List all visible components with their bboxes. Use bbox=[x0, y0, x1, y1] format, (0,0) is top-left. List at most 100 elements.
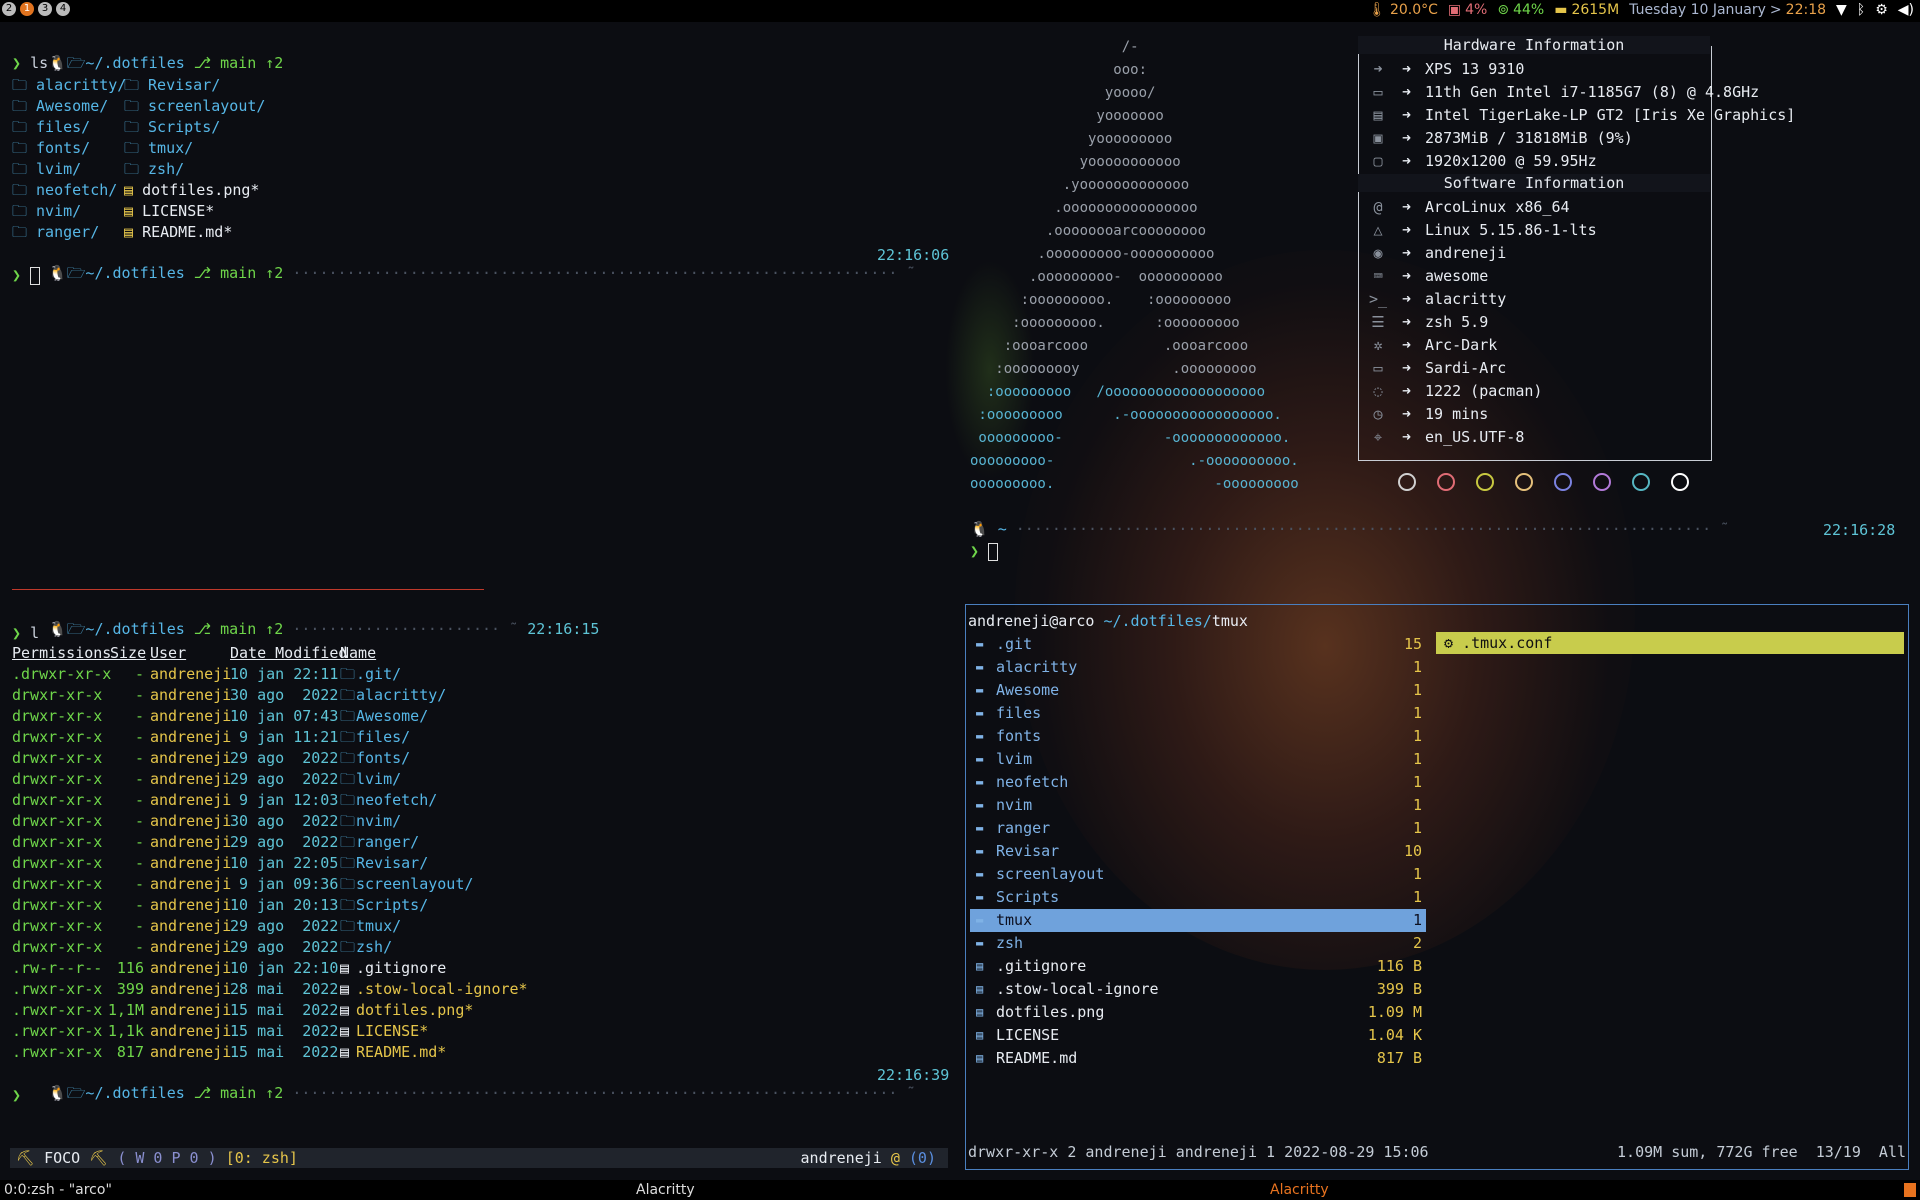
ranger-item[interactable]: ▬ alacritty 1 bbox=[970, 656, 1426, 679]
ranger-item[interactable]: ▬ fonts 1 bbox=[970, 725, 1426, 748]
bluetooth-icon[interactable]: ᛒ bbox=[1857, 2, 1865, 18]
layout-icon[interactable] bbox=[1904, 1183, 1916, 1197]
prompt-path: ~ bbox=[997, 520, 1007, 538]
ranger-item[interactable]: ▤ .gitignore 116 B bbox=[970, 955, 1426, 978]
cpu-icon: ▣ bbox=[1447, 2, 1462, 18]
tag-4[interactable]: 4 bbox=[56, 2, 70, 16]
item-label: LICENSE bbox=[996, 1026, 1060, 1044]
item-label: ranger bbox=[996, 819, 1051, 837]
user: andreneji bbox=[150, 1022, 232, 1040]
size: - bbox=[134, 938, 144, 956]
ranger-item[interactable]: ▬ neofetch 1 bbox=[970, 771, 1426, 794]
ranger-item[interactable]: ▬ screenlayout 1 bbox=[970, 863, 1426, 886]
folder-icon: 🗀 bbox=[340, 854, 356, 872]
file-icon: ▤ bbox=[976, 1005, 984, 1019]
info-row: ▭ ➜ Sardi-Arc bbox=[1368, 357, 1506, 380]
ranger-item[interactable]: ▬ Awesome 1 bbox=[970, 679, 1426, 702]
date-modified: 29 ago 2022 bbox=[230, 833, 339, 851]
info-icon: ▣ bbox=[1373, 129, 1383, 147]
gear-icon[interactable]: ⚙ bbox=[1875, 2, 1888, 18]
ascii-line: yooooooooo bbox=[970, 131, 1173, 147]
item-size: 1 bbox=[1412, 911, 1422, 929]
ranger-item[interactable]: ▬ nvim 1 bbox=[970, 794, 1426, 817]
wifi-icon[interactable]: ▼ bbox=[1836, 2, 1847, 18]
info-icon: ⌨ bbox=[1373, 267, 1383, 285]
file-icon: ▤ bbox=[976, 959, 984, 973]
ranger-item[interactable]: ▬ Scripts 1 bbox=[970, 886, 1426, 909]
item-label: Scripts bbox=[996, 888, 1060, 906]
ranger-item[interactable]: ▬ .git 15 bbox=[970, 633, 1426, 656]
date-modified: 10 jan 07:43 bbox=[230, 707, 339, 725]
ascii-line: yoooo/ bbox=[970, 85, 1156, 101]
info-icon: ◌ bbox=[1373, 382, 1383, 400]
ls-entry: 🗀 alacritty/ bbox=[12, 76, 126, 94]
file-icon: ▤ bbox=[340, 1043, 350, 1061]
file-name: lvim/ bbox=[356, 770, 402, 788]
info-row: ▢ ➜ 1920x1200 @ 59.95Hz bbox=[1368, 150, 1596, 173]
active-prompt[interactable]: ❯ bbox=[12, 1086, 21, 1104]
ranger-item[interactable]: ▬ ranger 1 bbox=[970, 817, 1426, 840]
active-prompt[interactable]: ❯ bbox=[12, 266, 41, 285]
prompt-path: ~/.dotfiles bbox=[85, 1084, 185, 1102]
item-name: ▬ files bbox=[970, 702, 1362, 725]
task-alacritty-2[interactable]: Alacritty bbox=[1270, 1180, 1329, 1200]
tmux-mode: ( W 0 P 0 ) bbox=[117, 1149, 217, 1167]
item-name: ▬ nvim bbox=[970, 794, 1362, 817]
info-row: ◉ ➜ andreneji bbox=[1368, 242, 1506, 265]
ranger-item[interactable]: ▬ lvim 1 bbox=[970, 748, 1426, 771]
ls-entry-name: dotfiles.png* bbox=[142, 181, 260, 199]
info-value: 1222 (pacman) bbox=[1425, 382, 1543, 400]
item-size: 817 B bbox=[1376, 1049, 1422, 1067]
ranger-item[interactable]: ▤ dotfiles.png 1.09 M bbox=[970, 1001, 1426, 1024]
active-prompt[interactable]: ❯ bbox=[970, 542, 999, 561]
folder-icon: ▬ bbox=[976, 936, 984, 950]
cursor bbox=[30, 266, 41, 285]
tag-1[interactable]: 1 bbox=[20, 2, 34, 16]
folder-icon: 🗀 bbox=[124, 76, 149, 94]
tag-2[interactable]: 2 bbox=[2, 2, 16, 16]
ranger-item[interactable]: ▤ README.md 817 B bbox=[970, 1047, 1426, 1070]
ranger-item[interactable]: ▤ LICENSE 1.04 K bbox=[970, 1024, 1426, 1047]
info-value: Intel TigerLake-LP GT2 [Iris Xe Graphics… bbox=[1425, 106, 1796, 124]
file-name: zsh/ bbox=[356, 938, 393, 956]
ls-entry: 🗀 nvim/ bbox=[12, 202, 81, 220]
size: - bbox=[134, 665, 144, 683]
ranger-item[interactable]: ▬ zsh 2 bbox=[970, 932, 1426, 955]
permissions: drwxr-xr-x bbox=[12, 875, 103, 893]
date-widget[interactable]: Tuesday 10 January >22:18 bbox=[1629, 2, 1826, 18]
item-name: ▬ screenlayout bbox=[970, 863, 1362, 886]
user: andreneji bbox=[150, 1001, 232, 1019]
ascii-line: :ooooooooo /ooooooooooooooooooo bbox=[970, 384, 1266, 400]
cpu-value: 4% bbox=[1465, 2, 1488, 18]
ls-entry: 🗀 Awesome/ bbox=[12, 97, 108, 115]
ranger-item[interactable]: ▤ .stow-local-ignore 399 B bbox=[970, 978, 1426, 1001]
ranger-header: andreneji@arco ~/.dotfiles/tmux bbox=[968, 612, 1248, 630]
folder-icon: 🗀 bbox=[124, 160, 149, 178]
prompt-path: ~/.dotfiles bbox=[85, 620, 185, 638]
size: - bbox=[134, 896, 144, 914]
ranger-item[interactable]: ▬ files 1 bbox=[970, 702, 1426, 725]
user: andreneji bbox=[150, 980, 232, 998]
tmux-window[interactable]: [0: zsh] bbox=[226, 1149, 298, 1167]
ranger-item[interactable]: ▬ tmux 1 bbox=[970, 909, 1426, 932]
user: andreneji bbox=[150, 959, 232, 977]
info-icon: ☰ bbox=[1371, 313, 1385, 331]
size: - bbox=[134, 854, 144, 872]
permissions: drwxr-xr-x bbox=[12, 854, 103, 872]
prompt-branch: main ↑2 bbox=[220, 264, 284, 282]
volume-icon[interactable]: ◀) bbox=[1898, 2, 1914, 18]
item-name: ▬ .git bbox=[970, 633, 1362, 656]
info-row: @ ➜ ArcoLinux x86_64 bbox=[1368, 196, 1569, 219]
mem-widget: ▬ 2615M bbox=[1554, 2, 1619, 18]
preview-item[interactable]: ⚙ .tmux.conf bbox=[1436, 632, 1904, 654]
date-modified: 10 jan 22:10 bbox=[230, 959, 339, 977]
folder-icon: ▬ bbox=[976, 867, 984, 881]
color-dot bbox=[1437, 473, 1455, 491]
temperature-widget: 🌡 20.0°C bbox=[1368, 2, 1438, 18]
info-row: >_ ➜ alacritty bbox=[1368, 288, 1506, 311]
ls-entry-name: files/ bbox=[36, 118, 91, 136]
permissions: drwxr-xr-x bbox=[12, 749, 103, 767]
ranger-item[interactable]: ▬ Revisar 10 bbox=[970, 840, 1426, 863]
task-alacritty-1[interactable]: Alacritty bbox=[636, 1180, 695, 1200]
tag-3[interactable]: 3 bbox=[38, 2, 52, 16]
